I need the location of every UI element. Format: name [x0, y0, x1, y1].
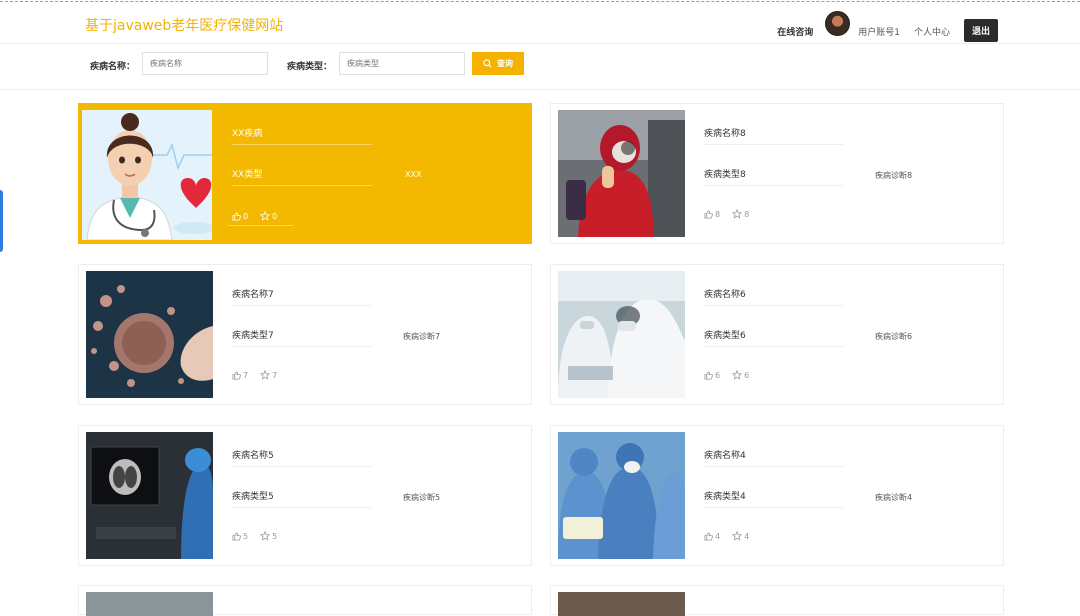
disease-card[interactable]: 疾病名称6 疾病类型6 疾病诊断6 6 6 — [550, 264, 1004, 405]
card-image-partial — [86, 592, 213, 616]
card-stats: 8 8 — [704, 209, 761, 219]
card-stats: 5 5 — [232, 531, 289, 541]
like-count[interactable]: 7 — [232, 371, 248, 380]
card-diagnosis: 疾病诊断7 — [403, 332, 441, 341]
disease-card[interactable]: 疾病名称5 疾病类型5 疾病诊断5 5 5 — [78, 425, 532, 566]
thumbs-up-icon — [704, 531, 713, 541]
star-icon — [732, 531, 743, 541]
disease-type-input[interactable] — [339, 52, 465, 75]
side-edge-tab[interactable] — [0, 190, 3, 252]
cartoon-doctor-image — [82, 110, 212, 240]
favorite-count[interactable]: 7 — [260, 370, 277, 380]
card-disease-name[interactable]: 疾病名称7 — [232, 287, 372, 306]
disease-card[interactable]: 疾病名称4 疾病类型4 疾病诊断4 4 4 — [550, 425, 1004, 566]
thumbs-up-icon — [704, 209, 713, 219]
medical-team-image — [558, 432, 685, 559]
card-stats: 4 4 — [704, 531, 761, 541]
like-count[interactable]: 0 — [232, 212, 248, 221]
card-disease-name[interactable]: 疾病名称6 — [704, 287, 844, 306]
disease-name-label: 疾病名称： — [90, 62, 136, 72]
search-bar: 疾病名称： 疾病类型： 查询 — [0, 44, 1080, 90]
star-icon — [732, 209, 743, 219]
thumbs-up-icon — [232, 531, 241, 541]
virus-illustration-image — [86, 271, 213, 398]
card-disease-type: 疾病类型6 — [704, 328, 844, 347]
disease-name-input[interactable] — [142, 52, 268, 75]
page-top-border — [0, 1, 1080, 2]
nav-user-account[interactable]: 用户账号1 — [858, 25, 900, 38]
favorite-count[interactable]: 8 — [732, 209, 749, 219]
star-icon — [260, 531, 271, 541]
disease-card[interactable]: 疾病名称8 疾病类型8 疾病诊断8 8 8 — [550, 103, 1004, 244]
thumbs-up-icon — [704, 370, 713, 380]
card-diagnosis: 疾病诊断8 — [875, 171, 913, 180]
lung-ct-scan-image — [86, 432, 213, 559]
star-icon — [260, 370, 271, 380]
like-count[interactable]: 5 — [232, 532, 248, 541]
card-disease-name[interactable]: XX疾病 — [232, 126, 372, 145]
disease-card[interactable] — [78, 585, 532, 616]
protective-suit-staff-image — [558, 271, 685, 398]
like-count[interactable]: 6 — [704, 371, 720, 380]
card-disease-type: 疾病类型7 — [232, 328, 372, 347]
favorite-count[interactable]: 5 — [260, 531, 277, 541]
site-title[interactable]: 基于javaweb老年医疗保健网站 — [85, 15, 283, 35]
card-image-partial — [558, 592, 685, 616]
card-diagnosis: 疾病诊断6 — [875, 332, 913, 341]
card-stats: 7 7 — [232, 370, 289, 380]
card-stats: 6 6 — [704, 370, 761, 380]
disease-card[interactable] — [550, 585, 1004, 616]
star-icon — [260, 211, 271, 221]
card-disease-type: 疾病类型5 — [232, 489, 372, 508]
card-diagnosis: 疾病诊断4 — [875, 493, 913, 502]
search-button-label: 查询 — [497, 59, 513, 68]
user-avatar[interactable] — [825, 10, 851, 36]
like-count[interactable]: 8 — [704, 210, 720, 219]
top-nav: 在线咨询 用户账号1 个人中心 退出 — [777, 10, 998, 42]
card-diagnosis: 疾病诊断5 — [403, 493, 441, 502]
disease-card[interactable]: 疾病名称7 疾病类型7 疾病诊断7 7 7 — [78, 264, 532, 405]
card-disease-type: 疾病类型8 — [704, 167, 844, 186]
header: 基于javaweb老年医疗保健网站 在线咨询 用户账号1 个人中心 退出 — [0, 3, 1080, 44]
nav-online-consult[interactable]: 在线咨询 — [777, 25, 813, 38]
disease-type-label: 疾病类型： — [287, 62, 333, 72]
card-disease-type: XX类型 — [232, 167, 372, 186]
medical-worker-thumbs-up-image — [558, 110, 685, 237]
search-icon — [483, 59, 492, 68]
favorite-count[interactable]: 0 — [260, 211, 277, 221]
card-disease-name[interactable]: 疾病名称4 — [704, 448, 844, 467]
card-disease-name[interactable]: 疾病名称5 — [232, 448, 372, 467]
disease-card[interactable]: XX疾病 XX类型 XXX 0 0 — [78, 103, 532, 244]
search-button[interactable]: 查询 — [472, 52, 524, 75]
favorite-count[interactable]: 6 — [732, 370, 749, 380]
favorite-count[interactable]: 4 — [732, 531, 749, 541]
logout-button[interactable]: 退出 — [963, 18, 998, 42]
thumbs-up-icon — [232, 211, 241, 221]
card-disease-name[interactable]: 疾病名称8 — [704, 126, 844, 145]
card-diagnosis: XXX — [405, 170, 422, 179]
star-icon — [732, 370, 743, 380]
nav-profile-center[interactable]: 个人中心 — [914, 25, 950, 38]
like-count[interactable]: 4 — [704, 532, 720, 541]
card-stats: 0 0 — [228, 209, 294, 226]
card-disease-type: 疾病类型4 — [704, 489, 844, 508]
thumbs-up-icon — [232, 370, 241, 380]
